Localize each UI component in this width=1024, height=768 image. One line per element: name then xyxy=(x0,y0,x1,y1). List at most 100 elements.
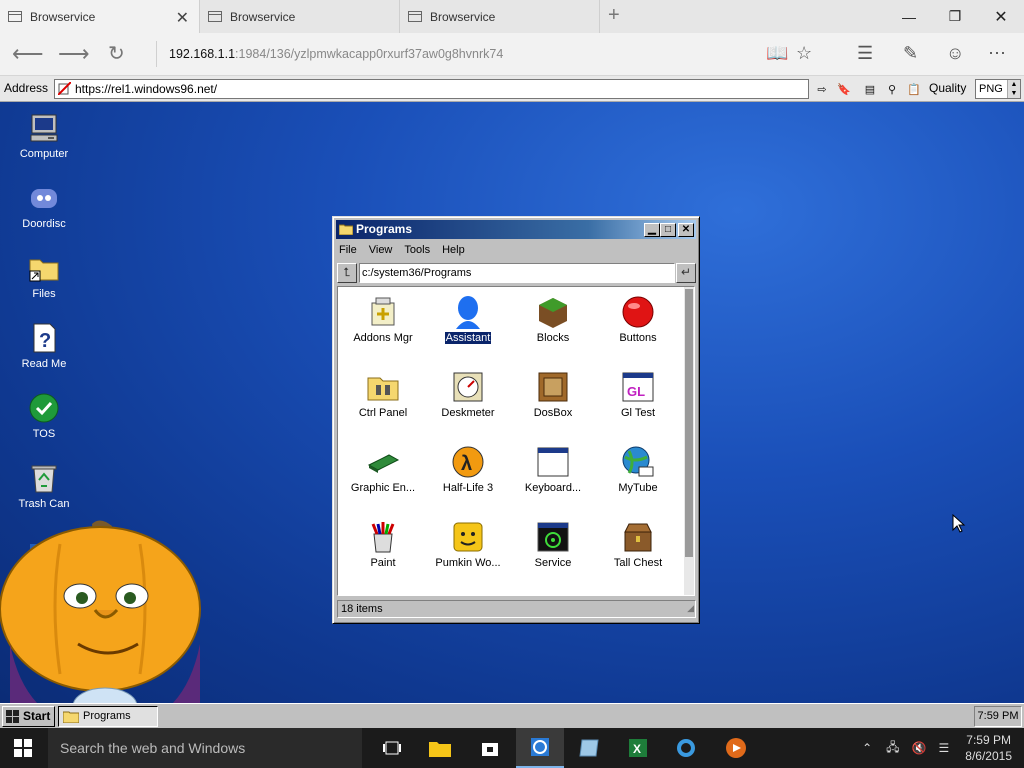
resize-grip-icon[interactable]: ◢ xyxy=(687,600,694,616)
program-item[interactable]: Service xyxy=(508,520,598,569)
browser-tab-3[interactable]: Browservice xyxy=(400,0,600,33)
back-arrow-icon[interactable]: ⟵ xyxy=(12,41,44,67)
browser-tab-1[interactable]: Browservice ✕ xyxy=(0,0,200,33)
addons-icon xyxy=(366,295,400,329)
bookmark-icon[interactable]: 🔖 xyxy=(835,79,853,99)
store-icon[interactable] xyxy=(466,728,514,768)
go-path-button[interactable]: ↵ xyxy=(676,263,696,283)
program-item[interactable]: MyTube xyxy=(593,445,683,494)
program-item[interactable]: Tall Chest xyxy=(593,520,683,569)
address-input[interactable]: https://rel1.windows96.net/ xyxy=(54,79,809,99)
program-item[interactable]: Assistant xyxy=(423,295,513,345)
more-menu-icon[interactable]: ⋯ xyxy=(988,43,1006,64)
vertical-scrollbar[interactable] xyxy=(684,287,694,595)
desktop-icon-label: Computer xyxy=(19,148,69,160)
remote-desktop-icon[interactable] xyxy=(566,728,614,768)
excel-icon[interactable]: X xyxy=(614,728,662,768)
program-item[interactable]: Pumkin Wo... xyxy=(423,520,513,569)
url-bar[interactable]: 192.168.1.1:1984/136/yzlpmwkacapp0rxurf3… xyxy=(156,41,776,67)
path-bar: ⮤ c:/system36/Programs ↵ xyxy=(337,263,696,283)
window-menubar: File View Tools Help xyxy=(339,244,465,262)
taskbar-clock[interactable]: 7:59 PM 8/6/2015 xyxy=(965,732,1012,764)
program-label: Pumkin Wo... xyxy=(435,557,501,569)
show-hidden-icons-icon[interactable]: ⌃ xyxy=(862,741,872,755)
browser-nav-bar: ⟵ ⟶ ↻ 192.168.1.1:1984/136/yzlpmwkacapp0… xyxy=(0,33,1024,76)
menu-file[interactable]: File xyxy=(339,244,357,262)
forward-arrow-icon[interactable]: ⟶ xyxy=(58,41,90,67)
taskbar-item-label: Programs xyxy=(83,710,131,722)
menu-view[interactable]: View xyxy=(369,244,393,262)
taskbar-item-programs[interactable]: Programs xyxy=(58,706,158,727)
program-item[interactable]: DosBox xyxy=(508,370,598,419)
program-label: Paint xyxy=(370,557,396,569)
program-label: MyTube xyxy=(618,482,658,494)
win96-taskbar: Start Programs 7:59 PM xyxy=(0,703,1024,728)
desktop-icon-tos[interactable]: TOS xyxy=(4,392,84,440)
program-label: Buttons xyxy=(619,332,657,344)
find-binoculars-icon[interactable]: ⚲ xyxy=(883,79,901,99)
taskbar-search-box[interactable]: Search the web and Windows xyxy=(48,728,362,768)
program-item[interactable]: Paint xyxy=(338,520,428,569)
program-label: Blocks xyxy=(536,332,570,344)
bookmarks-list-icon[interactable]: ▤ xyxy=(861,79,879,99)
desktop-icon-files[interactable]: Files xyxy=(4,252,84,300)
program-item[interactable]: Buttons xyxy=(593,295,683,344)
internet-explorer-icon[interactable] xyxy=(662,728,710,768)
quality-select[interactable]: PNG ▲ ▼ xyxy=(975,79,1021,99)
program-label: Gl Test xyxy=(620,407,656,419)
program-item[interactable]: GL Gl Test xyxy=(593,370,683,419)
desktop-icon-readme[interactable]: ? Read Me xyxy=(4,322,84,370)
favorite-star-icon[interactable]: ☆ xyxy=(796,43,812,64)
notifications-icon[interactable]: ☰ xyxy=(939,741,950,755)
window-titlebar[interactable]: Programs ▁ □ ✕ xyxy=(336,220,696,239)
feedback-smiley-icon[interactable]: ☺ xyxy=(946,43,964,64)
hub-icon[interactable]: ☰ xyxy=(857,43,873,64)
restore-button[interactable]: ❐ xyxy=(932,0,978,33)
desktop-icon-computer[interactable]: Computer xyxy=(4,112,84,160)
reading-view-icon[interactable]: 📖 xyxy=(766,43,788,64)
start-button[interactable]: Start xyxy=(2,706,55,727)
menu-help[interactable]: Help xyxy=(442,244,465,262)
quality-label: Quality xyxy=(929,81,967,95)
program-label: Ctrl Panel xyxy=(358,407,408,419)
web-note-icon[interactable]: ✎ xyxy=(903,43,918,64)
go-arrow-icon[interactable]: ⇨ xyxy=(813,79,831,99)
edge-browser-icon[interactable] xyxy=(516,728,564,768)
path-input[interactable]: c:/system36/Programs xyxy=(359,263,675,283)
desktop-icon-doordisc[interactable]: Doordisc xyxy=(4,182,84,230)
browser-tab-2[interactable]: Browservice xyxy=(200,0,400,33)
close-window-button[interactable]: ✕ xyxy=(978,0,1024,33)
desktop-icon-trash[interactable]: Trash Can xyxy=(4,462,84,510)
network-icon[interactable]: 🖧 xyxy=(886,738,899,759)
minimize-button[interactable]: — xyxy=(886,0,932,33)
windows-start-icon[interactable] xyxy=(14,739,32,757)
program-item[interactable]: λ Half-Life 3 xyxy=(423,445,513,494)
scrollbar-thumb[interactable] xyxy=(685,289,693,557)
volume-muted-icon[interactable]: 🔇 xyxy=(912,741,927,755)
window-title: Programs xyxy=(356,222,413,236)
graphics-card-icon xyxy=(366,445,400,479)
program-item[interactable]: Blocks xyxy=(508,295,598,344)
program-label: Deskmeter xyxy=(441,407,495,419)
program-item[interactable]: Ctrl Panel xyxy=(338,370,428,419)
close-tab-icon[interactable]: ✕ xyxy=(176,8,189,28)
window-minimize-button[interactable]: ▁ xyxy=(644,223,660,237)
window-maximize-button[interactable]: □ xyxy=(660,223,676,237)
media-player-icon[interactable] xyxy=(712,728,760,768)
new-tab-button[interactable]: + xyxy=(608,4,620,27)
refresh-icon[interactable]: ↻ xyxy=(108,41,125,66)
spinner-arrows-icon[interactable]: ▲ ▼ xyxy=(1007,80,1020,98)
program-item[interactable]: Keyboard... xyxy=(508,445,598,494)
task-view-icon[interactable] xyxy=(368,728,416,768)
up-folder-button[interactable]: ⮤ xyxy=(337,263,357,283)
clipboard-icon[interactable]: 📋 xyxy=(905,79,923,99)
program-item[interactable]: Graphic En... xyxy=(338,445,428,494)
window-close-button[interactable]: ✕ xyxy=(678,223,694,237)
control-panel-icon xyxy=(366,370,400,404)
program-item[interactable]: Deskmeter xyxy=(423,370,513,419)
file-explorer-icon[interactable] xyxy=(416,728,464,768)
menu-tools[interactable]: Tools xyxy=(404,244,430,262)
windows10-taskbar: Search the web and Windows X ⌃ 🖧 🔇 ☰ 7:5… xyxy=(0,728,1024,768)
folder-icon xyxy=(63,711,79,723)
program-item[interactable]: Addons Mgr xyxy=(338,295,428,344)
